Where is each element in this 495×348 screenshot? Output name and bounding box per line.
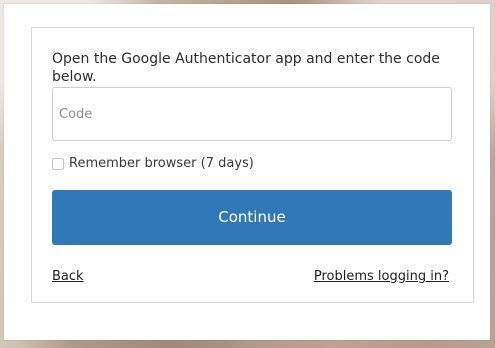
- back-link[interactable]: Back: [52, 269, 84, 284]
- remember-browser-row[interactable]: Remember browser (7 days): [52, 156, 254, 171]
- remember-browser-label[interactable]: Remember browser (7 days): [69, 156, 254, 171]
- problems-logging-in-link[interactable]: Problems logging in?: [314, 269, 449, 284]
- code-input[interactable]: [52, 87, 452, 141]
- footer-links: Back Problems logging in?: [52, 269, 449, 284]
- continue-button[interactable]: Continue: [52, 190, 452, 245]
- remember-browser-checkbox[interactable]: [52, 157, 64, 170]
- two-factor-card: Open the Google Authenticator app and en…: [31, 27, 474, 303]
- instructions-text: Open the Google Authenticator app and en…: [52, 51, 440, 85]
- page-frame: Open the Google Authenticator app and en…: [4, 4, 490, 340]
